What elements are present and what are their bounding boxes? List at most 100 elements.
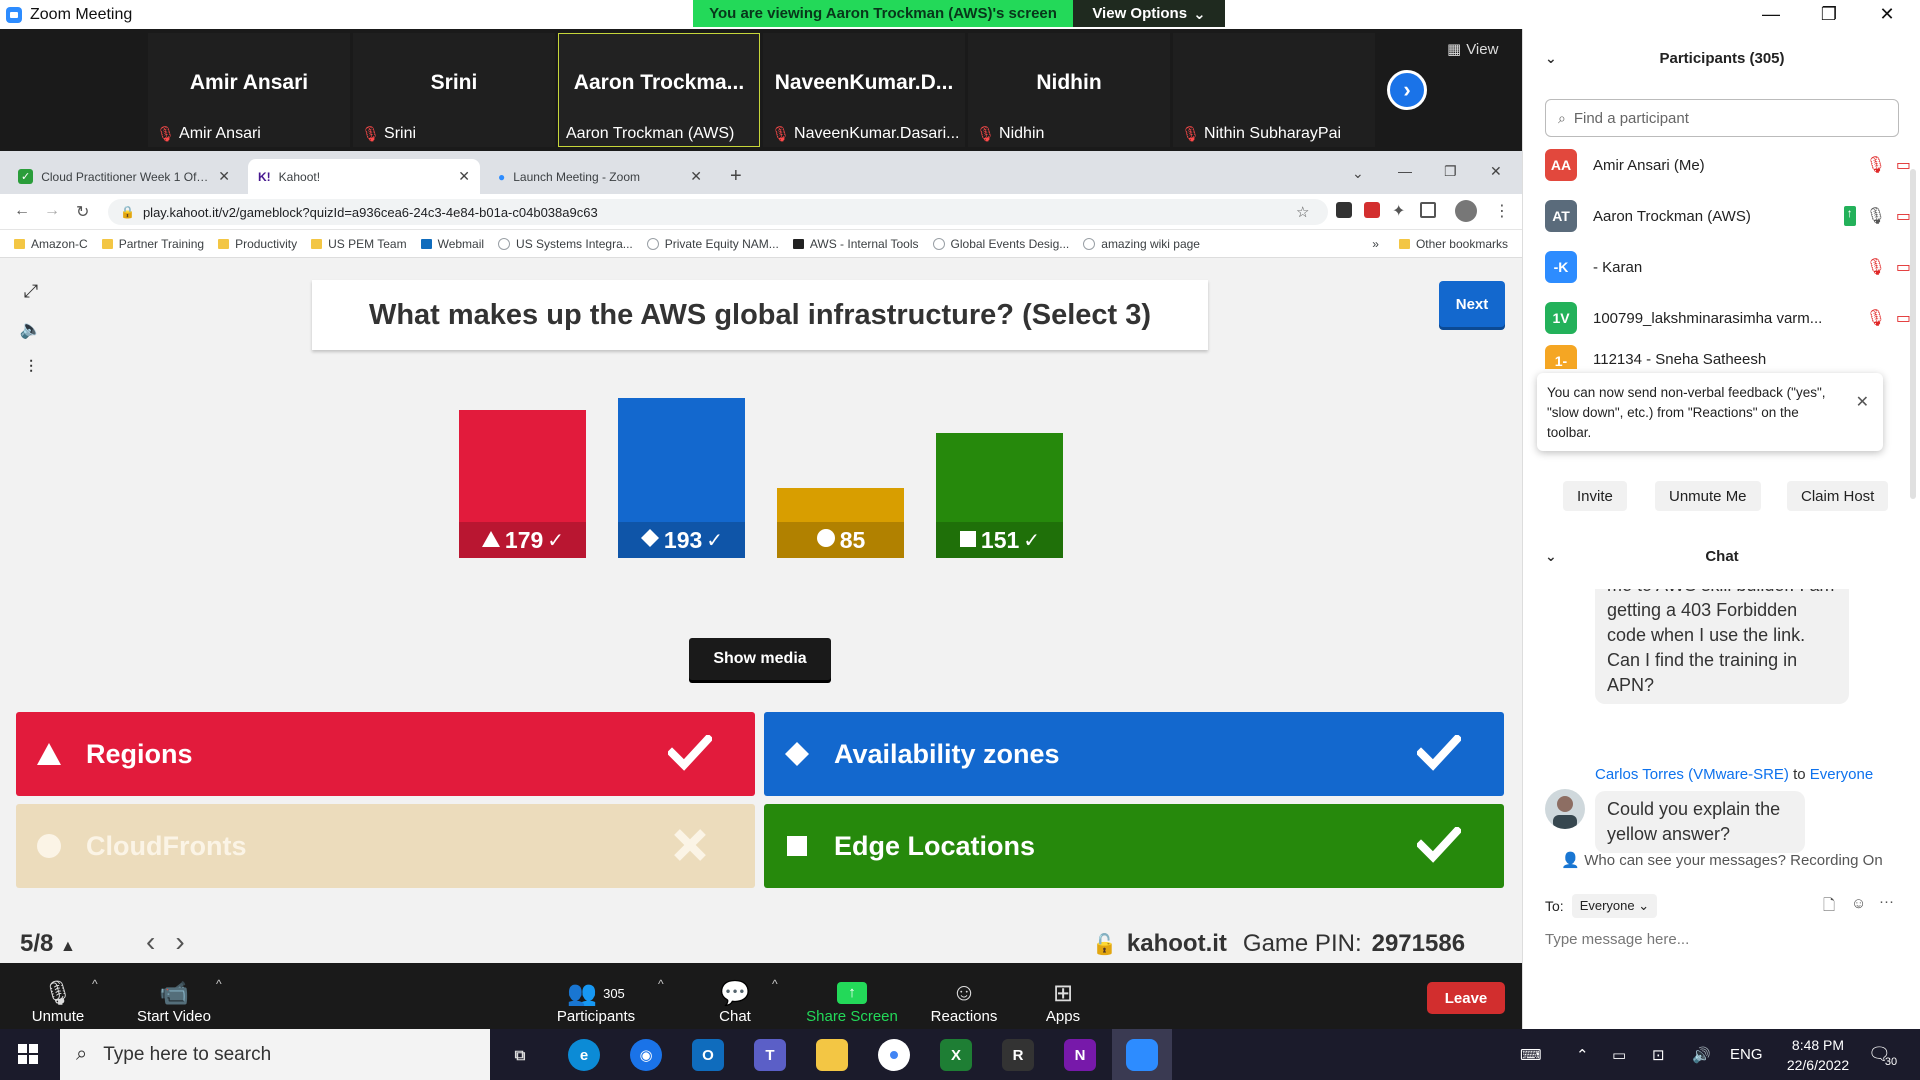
new-tab-icon[interactable]: +	[730, 165, 742, 188]
tab-search-icon[interactable]: ⌄	[1352, 165, 1364, 182]
teams-icon[interactable]: T	[754, 1039, 786, 1071]
taskbar-search-input[interactable]: ⌕ Type here to search	[60, 1029, 490, 1080]
file-explorer-icon[interactable]	[816, 1039, 848, 1071]
bookmark-item[interactable]: AWS - Internal Tools	[792, 237, 919, 251]
forward-icon[interactable]: →	[44, 202, 60, 220]
bookmark-item[interactable]: Productivity	[218, 237, 297, 251]
profile-avatar[interactable]	[1455, 200, 1477, 222]
kebab-menu-icon[interactable]: ⋮	[1494, 201, 1510, 221]
sidebar-icon[interactable]	[1420, 202, 1436, 218]
bookmark-item[interactable]: Partner Training	[101, 237, 204, 251]
spreadsheet-icon[interactable]: X	[940, 1039, 972, 1071]
participant-row[interactable]: AT Aaron Trockman (AWS) ↑ 🎙 ▭	[1545, 192, 1911, 240]
participants-caret-icon[interactable]: ^	[658, 977, 664, 991]
tray-expand-icon[interactable]: ⌃	[1576, 1029, 1589, 1080]
volume-icon[interactable]: 🔈	[18, 316, 44, 342]
notifications-icon[interactable]: 🗨 30	[1868, 1029, 1897, 1080]
pdf-extension-icon[interactable]	[1364, 202, 1380, 218]
invite-button[interactable]: Invite	[1563, 481, 1627, 511]
participants-button[interactable]: 👥 305 Participants	[554, 971, 638, 1026]
url-field[interactable]: 🔒 play.kahoot.it/v2/gameblock?quizId=a93…	[108, 199, 1328, 225]
video-tile[interactable]: 🎙 Nithin SubharayPai	[1173, 33, 1375, 147]
close-icon[interactable]: ✕	[1856, 393, 1869, 413]
video-tile[interactable]: Amir Ansari 🎙 Amir Ansari	[148, 33, 350, 147]
leave-button[interactable]: Leave	[1427, 982, 1505, 1014]
zoom-taskbar-active[interactable]	[1112, 1029, 1172, 1080]
bookmark-item[interactable]: amazing wiki page	[1083, 237, 1200, 251]
view-options-button[interactable]: View Options ⌄	[1073, 0, 1225, 27]
chat-caret-icon[interactable]: ^	[772, 977, 778, 991]
more-options-icon[interactable]: ···	[1879, 893, 1894, 910]
maps-icon[interactable]: ◉	[630, 1039, 662, 1071]
browser-minimize-icon[interactable]: —	[1398, 163, 1412, 179]
outlook-icon[interactable]: O	[692, 1039, 724, 1071]
start-video-button[interactable]: 📹 Start Video	[134, 971, 214, 1026]
tab-cloud-practitioner[interactable]: ✓ Cloud Practitioner Week 1 Office ✕	[8, 159, 240, 194]
chrome-icon[interactable]	[878, 1039, 910, 1071]
participant-row[interactable]: 1- 112134 - Sneha Satheesh	[1545, 345, 1911, 369]
other-bookmarks[interactable]: » Other bookmarks	[1372, 237, 1508, 251]
puzzle-icon[interactable]: ✦	[1392, 201, 1405, 221]
participant-row[interactable]: AA Amir Ansari (Me) 🎙 ▭	[1545, 141, 1911, 189]
bookmark-item[interactable]: Webmail	[420, 237, 484, 251]
bookmark-item[interactable]: Private Equity NAM...	[646, 237, 779, 251]
browser-restore-icon[interactable]: ❐	[1444, 163, 1457, 180]
show-media-button[interactable]: Show media	[689, 638, 831, 680]
volume-icon[interactable]: 🔊	[1692, 1029, 1711, 1080]
reactions-button[interactable]: ☺ Reactions	[930, 971, 998, 1025]
language-indicator[interactable]: ENG	[1730, 1029, 1763, 1080]
browser-close-icon[interactable]: ✕	[1490, 163, 1502, 180]
view-button[interactable]: ▦ View	[1447, 40, 1498, 59]
network-icon[interactable]: ⊡	[1652, 1029, 1665, 1080]
star-icon[interactable]: ☆	[1296, 203, 1309, 221]
video-tile[interactable]: Nidhin 🎙 Nidhin	[968, 33, 1170, 147]
bookmark-item[interactable]: US PEM Team	[311, 237, 407, 251]
video-tile-active[interactable]: Aaron Trockma... Aaron Trockman (AWS)	[558, 33, 760, 147]
next-slide-icon[interactable]: ›	[175, 926, 184, 958]
settings-sliders-icon[interactable]: ⫶	[18, 354, 44, 380]
participant-search-input[interactable]: ⌕ Find a participant	[1545, 99, 1899, 137]
emoji-icon[interactable]: ☺	[1851, 895, 1866, 912]
recipient-dropdown[interactable]: Everyone ⌄	[1571, 894, 1658, 918]
file-icon[interactable]: 🗋	[1823, 895, 1835, 920]
reload-icon[interactable]: ↻	[76, 202, 89, 222]
chat-privacy-notice[interactable]: 👤 Who can see your messages? Recording O…	[1523, 851, 1920, 869]
clock[interactable]: 8:48 PM 22/6/2022	[1778, 1029, 1858, 1080]
bookmark-item[interactable]: Amazon-C	[14, 237, 88, 251]
collapse-chevron-icon[interactable]: ⌄	[1545, 548, 1557, 565]
unmute-button[interactable]: 🎙 Unmute	[28, 971, 88, 1026]
claim-host-button[interactable]: Claim Host	[1787, 481, 1889, 511]
participant-row[interactable]: -K - Karan 🎙 ▭	[1545, 243, 1911, 291]
battery-icon[interactable]: ▭	[1612, 1029, 1626, 1080]
back-icon[interactable]: ←	[14, 202, 30, 220]
minimize-icon[interactable]: —	[1748, 0, 1794, 29]
bookmark-item[interactable]: US Systems Integra...	[498, 237, 633, 251]
close-icon[interactable]: ✕	[1864, 0, 1910, 29]
next-page-arrow-icon[interactable]: ›	[1387, 70, 1427, 110]
caret-up-icon[interactable]: ▲	[60, 938, 76, 955]
tab-kahoot[interactable]: K! Kahoot! ✕	[248, 159, 480, 194]
video-options-caret-icon[interactable]: ^	[216, 977, 222, 991]
extension-icon[interactable]	[1336, 202, 1352, 218]
tab-launch-meeting[interactable]: ● Launch Meeting - Zoom ✕	[488, 159, 712, 194]
share-screen-button[interactable]: ↑ Share Screen	[806, 971, 898, 1025]
windows-start-icon[interactable]	[18, 1044, 38, 1069]
previous-slide-icon[interactable]: ‹	[146, 926, 155, 958]
chat-message-input[interactable]: Type message here...	[1545, 931, 1689, 948]
task-view-icon[interactable]: ⧉	[504, 1039, 536, 1071]
collapse-chevron-icon[interactable]: ⌄	[1545, 50, 1557, 67]
onenote-icon[interactable]: N	[1064, 1039, 1096, 1071]
close-tab-icon[interactable]: ✕	[218, 168, 230, 185]
next-button[interactable]: Next	[1439, 281, 1505, 327]
participant-row[interactable]: 1V 100799_lakshminarasimha varm... 🎙 ▭	[1545, 294, 1911, 342]
bookmark-item[interactable]: Global Events Desig...	[932, 237, 1069, 251]
chat-sender[interactable]: Carlos Torres (VMware-SRE)	[1595, 766, 1789, 783]
r-app-icon[interactable]: R	[1002, 1039, 1034, 1071]
panel-scrollbar[interactable]	[1910, 169, 1916, 499]
apps-button[interactable]: ⊞ Apps	[1043, 971, 1083, 1026]
close-tab-icon[interactable]: ✕	[690, 168, 702, 185]
fullscreen-icon[interactable]: ⤢	[18, 278, 44, 304]
tray-keyboard-icon[interactable]: ⌨	[1520, 1029, 1542, 1080]
video-tile[interactable]: NaveenKumar.D... 🎙 NaveenKumar.Dasari...	[763, 33, 965, 147]
edge-icon[interactable]: e	[568, 1039, 600, 1071]
